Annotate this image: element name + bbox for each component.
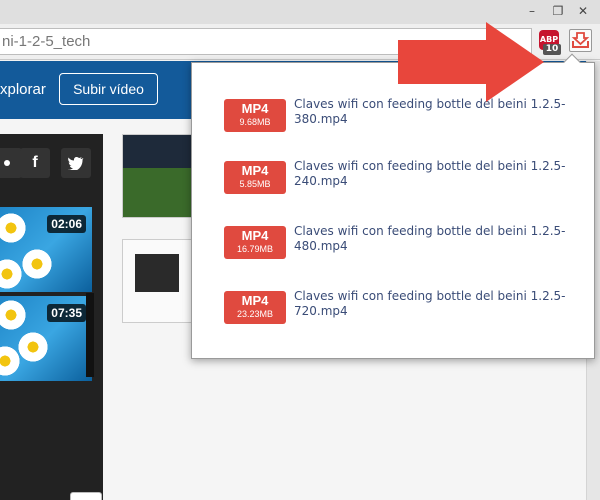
file-name-line-2: 480.mp4	[294, 239, 348, 253]
file-name[interactable]: Claves wifi con feeding bottle del beini…	[294, 289, 574, 319]
video-downloader-extension-button[interactable]	[569, 29, 592, 52]
file-name-line-2: 380.mp4	[294, 112, 348, 126]
file-name[interactable]: Claves wifi con feeding bottle del beini…	[294, 159, 574, 189]
annotation-arrow-icon	[398, 22, 544, 102]
adblock-count-badge: 10	[543, 44, 561, 55]
flower-image	[0, 298, 28, 332]
minimize-button[interactable]: –	[522, 2, 542, 20]
file-name[interactable]: Claves wifi con feeding bottle del beini…	[294, 224, 574, 254]
flower-image	[0, 211, 28, 245]
download-item[interactable]: MP4 16.79MB Claves wifi con feeding bott…	[224, 224, 584, 270]
close-button[interactable]: ✕	[573, 2, 593, 20]
related-video-thumbnail[interactable]	[122, 239, 192, 323]
nav-explore-link[interactable]: xplorar	[0, 81, 46, 98]
download-item[interactable]: MP4 23.23MB Claves wifi con feeding bott…	[224, 289, 584, 335]
file-name-line-2: 720.mp4	[294, 304, 348, 318]
page-bottom-button[interactable]	[70, 492, 102, 500]
format-label: MP4	[241, 101, 269, 116]
address-bar-text: ni-1-2-5_tech	[2, 33, 91, 50]
facebook-icon: f	[32, 154, 38, 171]
thumbnail-side-strip	[86, 293, 94, 377]
twitter-bird-icon	[68, 156, 84, 172]
download-item[interactable]: MP4 5.85MB Claves wifi con feeding bottl…	[224, 159, 584, 205]
related-video-thumbnail[interactable]	[122, 134, 192, 218]
file-name-line-1: Claves wifi con feeding bottle del beini…	[294, 224, 566, 238]
file-name-line-2: 240.mp4	[294, 174, 348, 188]
flower-image	[20, 247, 54, 281]
file-name-line-1: Claves wifi con feeding bottle del beini…	[294, 289, 566, 303]
file-name-line-1: Claves wifi con feeding bottle del beini…	[294, 159, 566, 173]
share-icon[interactable]	[0, 148, 22, 178]
file-size: 9.68MB	[239, 117, 271, 127]
file-size: 16.79MB	[236, 244, 274, 254]
restore-button[interactable]: ❐	[548, 2, 568, 20]
video-thumbnail[interactable]: 02:06	[0, 207, 92, 292]
format-badge[interactable]: MP4 16.79MB	[224, 226, 286, 259]
twitter-share-button[interactable]	[61, 148, 91, 178]
upload-video-button[interactable]: Subir vídeo	[59, 73, 158, 105]
video-duration: 07:35	[47, 304, 86, 322]
format-label: MP4	[241, 163, 269, 178]
related-video-preview	[135, 254, 179, 292]
format-badge[interactable]: MP4 9.68MB	[224, 99, 286, 132]
file-size: 23.23MB	[236, 309, 274, 319]
download-item[interactable]: MP4 9.68MB Claves wifi con feeding bottl…	[224, 97, 584, 143]
facebook-share-button[interactable]: f	[20, 148, 50, 178]
format-label: MP4	[241, 293, 269, 308]
video-thumbnail[interactable]: 07:35	[0, 296, 92, 381]
share-glyph-icon	[4, 160, 10, 166]
format-badge[interactable]: MP4 23.23MB	[224, 291, 286, 324]
download-popup: MP4 9.68MB Claves wifi con feeding bottl…	[191, 53, 595, 359]
video-duration: 02:06	[47, 215, 86, 233]
window-titlebar: – ❐ ✕	[0, 0, 600, 24]
file-size: 5.85MB	[239, 179, 271, 189]
format-label: MP4	[241, 228, 269, 243]
format-badge[interactable]: MP4 5.85MB	[224, 161, 286, 194]
download-arrow-icon	[571, 32, 590, 48]
